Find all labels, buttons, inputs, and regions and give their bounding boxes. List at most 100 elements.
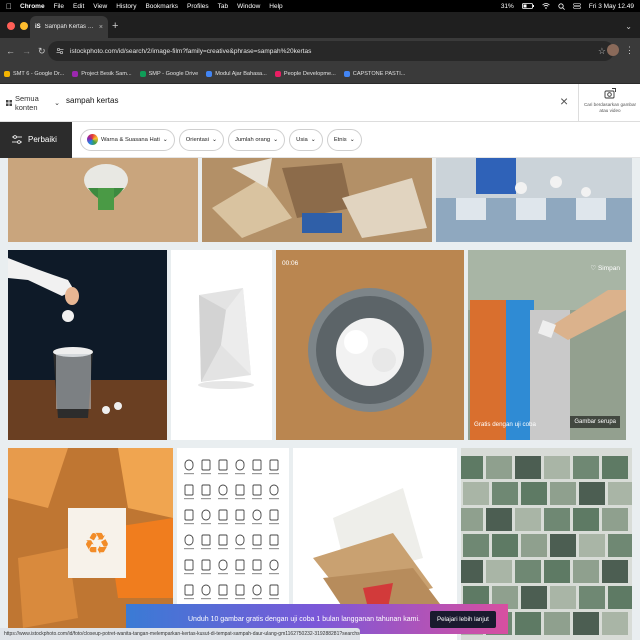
address-bar[interactable]: istockphoto.com/id/search/2/image-film?f… xyxy=(48,41,614,61)
result-image-crumpled-sheet[interactable] xyxy=(171,250,272,440)
menu-item-tab[interactable]: Tab xyxy=(218,3,228,10)
learn-more-button[interactable]: Pelajari lebih lanjut xyxy=(429,610,496,628)
folder-icon xyxy=(72,70,79,77)
result-video-paper-bin[interactable]: 00:06 xyxy=(276,250,464,440)
search-input[interactable] xyxy=(66,96,536,105)
chevron-down-icon: ⌄ xyxy=(349,137,355,143)
bookmark-label: Project Besik Sam... xyxy=(81,70,132,77)
result-image-lightbulb-paper[interactable] xyxy=(8,158,198,242)
save-button[interactable]: ♡ Simpan xyxy=(590,264,620,272)
link-status-url: https://www.istockphoto.com/id/foto/clos… xyxy=(0,628,360,640)
chevron-down-icon: ⌄ xyxy=(54,99,60,107)
menu-app-name[interactable]: Chrome xyxy=(20,3,45,10)
chip-label: Warna & Suasana Hati xyxy=(101,136,160,143)
site-icon xyxy=(274,70,281,77)
bookmark-item[interactable]: People Developme... xyxy=(274,70,336,77)
clear-search-icon[interactable]: × xyxy=(560,93,568,109)
profile-avatar[interactable] xyxy=(607,44,619,56)
sliders-icon xyxy=(12,135,22,144)
menu-item-file[interactable]: File xyxy=(54,3,64,10)
result-image-cardboard-pile[interactable] xyxy=(202,158,432,242)
site-info-icon[interactable] xyxy=(56,47,64,55)
grid-icon xyxy=(6,99,12,106)
filter-people-count[interactable]: Jumlah orang ⌄ xyxy=(228,128,286,151)
divider xyxy=(578,84,579,122)
bookmark-label: SMP - Google Drive xyxy=(148,70,199,77)
bookmark-label: CAPSTONE PASTI... xyxy=(352,70,406,77)
menu-item-edit[interactable]: Edit xyxy=(73,3,84,10)
drive-icon xyxy=(139,70,146,77)
toolbar-right: ⋮ xyxy=(607,44,634,56)
menu-item-profiles[interactable]: Profiles xyxy=(187,3,209,10)
chip-label: Orientasi xyxy=(185,136,209,143)
more-menu-icon[interactable]: ⋮ xyxy=(625,45,634,56)
docs-icon xyxy=(343,70,350,77)
filter-age[interactable]: Usia ⌄ xyxy=(289,128,323,151)
back-icon[interactable]: ← xyxy=(6,46,15,56)
thumbnail-art xyxy=(276,250,464,440)
search-by-image-button[interactable]: Cari berdasarkan gambar atau video xyxy=(582,88,638,113)
thumbnail-art xyxy=(202,158,432,242)
tab-title: Sampah Kertas Foto Stok, Po xyxy=(44,24,95,30)
control-center-icon[interactable] xyxy=(573,3,581,9)
clock: Fri 3 May 12.49 xyxy=(588,2,634,10)
result-image-bin-tiles[interactable] xyxy=(436,158,632,242)
refine-label: Perbaiki xyxy=(28,135,57,144)
bookmark-label: People Developme... xyxy=(283,70,336,77)
new-tab-button[interactable]: + xyxy=(112,20,118,32)
menu-item-bookmarks[interactable]: Bookmarks xyxy=(145,3,178,10)
close-window-button[interactable] xyxy=(7,22,15,30)
thumbnail-art xyxy=(468,250,626,440)
docs-icon xyxy=(206,70,213,77)
free-trial-label[interactable]: Gratis dengan uji coba xyxy=(474,421,536,428)
tab-strip: iS Sampah Kertas Foto Stok, Po × + ⌄ xyxy=(0,12,640,38)
menu-item-view[interactable]: View xyxy=(93,3,107,10)
content-scope-dropdown[interactable]: Semua konten ⌄ xyxy=(0,94,60,112)
wifi-icon[interactable] xyxy=(542,3,550,9)
bookmark-item[interactable]: SMP - Google Drive xyxy=(139,70,199,77)
refine-button[interactable]: Perbaiki xyxy=(0,121,72,158)
minimize-window-button[interactable] xyxy=(20,22,28,30)
result-image-hand-bin-dark[interactable] xyxy=(8,250,167,440)
thumbnail-art xyxy=(8,158,198,242)
battery-percent: 31% xyxy=(500,2,514,10)
chevron-down-icon: ⌄ xyxy=(162,137,168,143)
chevron-down-icon: ⌄ xyxy=(211,137,218,143)
drive-icon xyxy=(4,70,10,77)
filter-ethnicity[interactable]: Etnis ⌄ xyxy=(326,128,362,151)
bookmark-item[interactable]: SMT 6 - Google Dr... xyxy=(4,70,64,77)
similar-images-button[interactable]: Gambar serupa xyxy=(570,416,620,428)
tab-search-chevron-icon[interactable]: ⌄ xyxy=(625,22,632,31)
reload-icon[interactable]: ↻ xyxy=(38,46,46,57)
bookmark-item[interactable]: Modul Ajar Bahasa... xyxy=(206,70,267,77)
menu-item-help[interactable]: Help xyxy=(269,3,282,10)
chip-label: Jumlah orang xyxy=(235,136,271,143)
close-tab-icon[interactable]: × xyxy=(99,24,103,31)
bookmark-item[interactable]: Project Besik Sam... xyxy=(72,70,132,77)
forward-icon[interactable]: → xyxy=(22,46,31,56)
filter-color-mood[interactable]: Warna & Suasana Hati ⌄ xyxy=(80,128,175,151)
scope-label: Semua konten xyxy=(14,93,39,112)
thumbnail-art xyxy=(436,158,632,242)
apple-icon[interactable]:  xyxy=(6,2,12,11)
search-row: Semua konten ⌄ × Cari berdasarkan gambar… xyxy=(0,84,640,122)
tab-active[interactable]: iS Sampah Kertas Foto Stok, Po × xyxy=(30,16,108,38)
thumbnail-art xyxy=(171,250,272,440)
menu-item-window[interactable]: Window xyxy=(237,3,260,10)
result-image-recycle-bins-hand[interactable]: ♡ Simpan Gratis dengan uji coba Gambar s… xyxy=(468,250,626,440)
chevron-down-icon: ⌄ xyxy=(273,137,279,143)
promo-text: Unduh 10 gambar gratis dengan uji coba 1… xyxy=(188,615,420,623)
bookmark-star-icon[interactable]: ☆ xyxy=(598,46,606,57)
url-text[interactable]: istockphoto.com/id/search/2/image-film?f… xyxy=(70,48,592,55)
chip-label: Usia xyxy=(296,136,308,143)
filter-row: Perbaiki Warna & Suasana Hati ⌄ Orientas… xyxy=(0,121,640,158)
menu-bar:  Chrome File Edit View History Bookmark… xyxy=(0,0,640,12)
search-icon[interactable] xyxy=(558,2,565,10)
istock-favicon: iS xyxy=(35,24,41,30)
bookmark-item[interactable]: CAPSTONE PASTI... xyxy=(343,70,406,77)
menu-item-history[interactable]: History xyxy=(116,3,136,10)
battery-icon[interactable] xyxy=(521,3,534,9)
bookmark-label: Modul Ajar Bahasa... xyxy=(215,70,267,77)
filter-orientation[interactable]: Orientasi ⌄ xyxy=(178,128,225,151)
camera-search-icon xyxy=(604,88,616,99)
